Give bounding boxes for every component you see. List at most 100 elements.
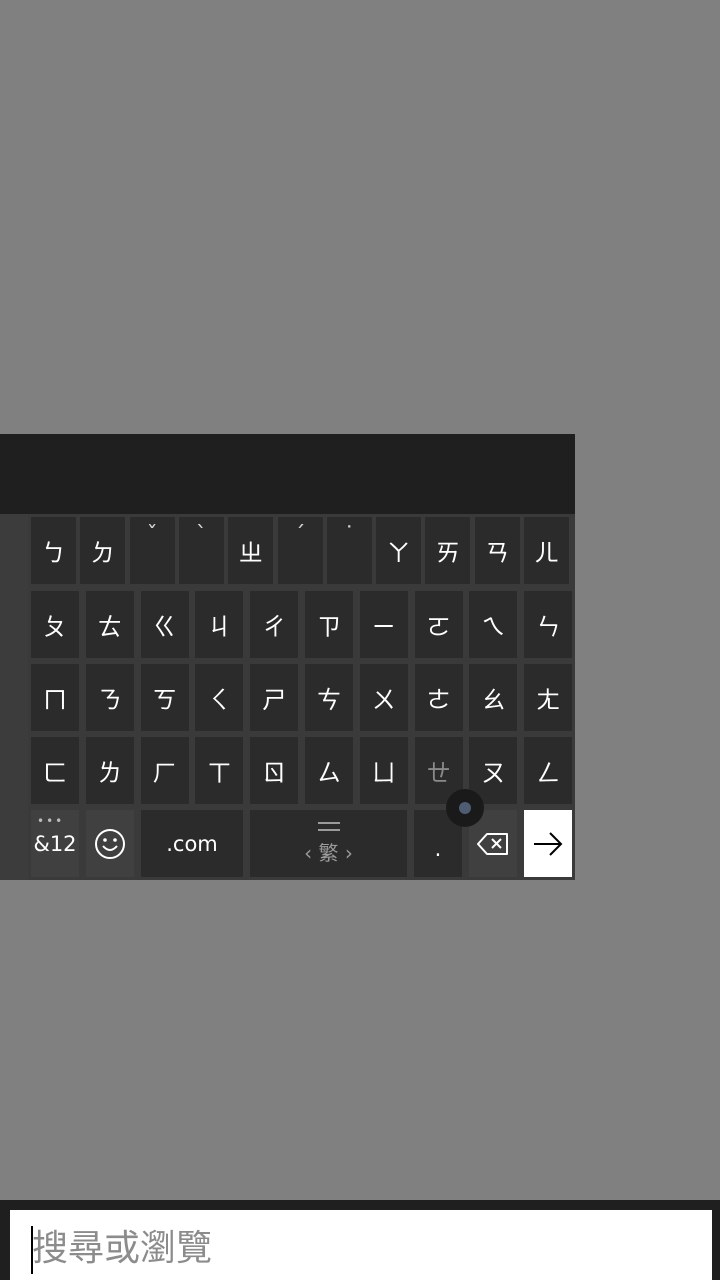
key-le-label: ㄌ <box>97 759 122 787</box>
key-ri-label: ㄖ <box>262 759 287 787</box>
key-tone-2[interactable]: ˊ <box>277 517 323 584</box>
key-ke-label: ㄎ <box>152 686 177 714</box>
key-yi-label: ㄧ <box>371 613 396 641</box>
key-zi[interactable]: ㄗ <box>305 591 353 658</box>
key-zhi-label: ㄓ <box>238 539 263 567</box>
key-er-label: ㄦ <box>534 539 559 567</box>
key-shi-label: ㄕ <box>262 686 287 714</box>
key-fo-label: ㄈ <box>43 759 67 787</box>
key-er[interactable]: ㄦ <box>524 517 569 584</box>
key-po-label: ㄆ <box>43 613 67 641</box>
candidate-bar <box>0 434 575 514</box>
enter-key[interactable] <box>524 810 572 877</box>
symbols-key-label: &12 <box>33 831 77 856</box>
key-ge[interactable]: ㄍ <box>140 591 189 658</box>
key-tone-3[interactable]: ˇ <box>129 517 175 584</box>
key-bo-label: ㄅ <box>41 539 66 567</box>
on-screen-keyboard: ㄅㄉ ˇ ˋ ㄓ ˊ ˙ ㄚㄞㄢㄦㄆ ㄊ ㄍ ㄐ ㄔ ㄗ ㄧ ㄛ ㄟ ㄣㄇ ㄋ ㄎ ㄑ ㄕ ㄘ ㄨ ㄜ ㄠ ㄤㄈ ㄌ ㄏ ㄒ ㄖ ㄙ ㄩ ㄝ ㄡ… <box>0 434 575 880</box>
key-ri[interactable]: ㄖ <box>250 737 299 804</box>
key-eh-label: ㄝ <box>426 759 451 787</box>
key-de[interactable]: ㄉ <box>80 517 126 584</box>
key-o-label: ㄛ <box>426 613 451 641</box>
key-po[interactable]: ㄆ <box>31 591 79 658</box>
key-tone-3-label: ˇ <box>146 523 158 548</box>
key-ei-label: ㄟ <box>481 613 506 641</box>
key-bo[interactable]: ㄅ <box>31 517 76 584</box>
drag-handle-icon <box>317 821 340 831</box>
key-ci-label: ㄘ <box>317 686 341 714</box>
key-yu[interactable]: ㄩ <box>359 737 408 804</box>
key-ao[interactable]: ㄠ <box>469 664 518 731</box>
key-e-label: ㄜ <box>426 686 451 714</box>
screen: ㄅㄉ ˇ ˋ ㄓ ˊ ˙ ㄚㄞㄢㄦㄆ ㄊ ㄍ ㄐ ㄔ ㄗ ㄧ ㄛ ㄟ ㄣㄇ ㄋ ㄎ ㄑ ㄕ ㄘ ㄨ ㄜ ㄠ ㄤㄈ ㄌ ㄏ ㄒ ㄖ ㄙ ㄩ ㄝ ㄡ… <box>0 0 720 1280</box>
key-tone-light-label: ˙ <box>343 523 355 548</box>
key-ou-label: ㄡ <box>481 759 506 787</box>
key-si[interactable]: ㄙ <box>305 737 353 804</box>
key-en-label: ㄣ <box>536 613 561 641</box>
key-ge-label: ㄍ <box>152 613 177 641</box>
key-ai-label: ㄞ <box>435 539 460 567</box>
key-tone-2-label: ˊ <box>294 523 306 548</box>
text-caret <box>31 1226 33 1274</box>
key-zhi[interactable]: ㄓ <box>228 517 274 584</box>
key-ji[interactable]: ㄐ <box>195 591 244 658</box>
key-te[interactable]: ㄊ <box>85 591 134 658</box>
key-wu-label: ㄨ <box>371 686 396 714</box>
key-qi-label: ㄑ <box>207 686 232 714</box>
key-an-label: ㄢ <box>485 539 510 567</box>
key-ji-label: ㄐ <box>207 613 232 641</box>
key-he-label: ㄏ <box>152 759 177 787</box>
key-fo[interactable]: ㄈ <box>31 737 79 804</box>
space-key-label: ‹ 繁 › <box>304 840 353 865</box>
key-a[interactable]: ㄚ <box>376 517 422 584</box>
key-chi[interactable]: ㄔ <box>250 591 299 658</box>
key-te-label: ㄊ <box>97 613 122 641</box>
touch-cursor-indicator <box>446 789 484 827</box>
key-a-label: ㄚ <box>386 539 411 567</box>
key-he[interactable]: ㄏ <box>140 737 189 804</box>
key-ke[interactable]: ㄎ <box>140 664 189 731</box>
key-ci[interactable]: ㄘ <box>305 664 353 731</box>
keyboard-left-edge <box>0 514 28 880</box>
key-ei[interactable]: ㄟ <box>469 591 518 658</box>
emoji-key[interactable] <box>86 810 134 877</box>
key-ai[interactable]: ㄞ <box>425 517 471 584</box>
key-shi[interactable]: ㄕ <box>250 664 299 731</box>
symbols-key[interactable]: ••• &12 <box>31 810 79 877</box>
key-e[interactable]: ㄜ <box>414 664 463 731</box>
key-an[interactable]: ㄢ <box>474 517 520 584</box>
more-dots-icon: ••• <box>37 814 65 828</box>
emoji-icon <box>95 828 125 859</box>
arrow-right-icon <box>534 831 563 856</box>
key-mo[interactable]: ㄇ <box>31 664 79 731</box>
period-key-label: . <box>434 836 442 861</box>
key-ang-label: ㄤ <box>536 686 561 714</box>
key-wu[interactable]: ㄨ <box>359 664 408 731</box>
key-eng[interactable]: ㄥ <box>524 737 573 804</box>
backspace-icon <box>477 832 508 855</box>
key-tone-4[interactable]: ˋ <box>178 517 224 584</box>
key-ang[interactable]: ㄤ <box>524 664 573 731</box>
key-yi[interactable]: ㄧ <box>359 591 408 658</box>
key-qi[interactable]: ㄑ <box>195 664 244 731</box>
key-eng-label: ㄥ <box>536 759 561 787</box>
space-key[interactable]: ‹ 繁 › <box>250 810 407 877</box>
key-tone-light[interactable]: ˙ <box>326 517 372 584</box>
search-input[interactable] <box>10 1210 712 1280</box>
dotcom-key[interactable]: .com <box>141 810 243 877</box>
key-xi[interactable]: ㄒ <box>195 737 244 804</box>
key-de-label: ㄉ <box>90 539 115 567</box>
key-si-label: ㄙ <box>317 759 341 787</box>
key-tone-4-label: ˋ <box>195 523 207 548</box>
key-ne[interactable]: ㄋ <box>85 664 134 731</box>
dotcom-key-label: .com <box>166 831 218 856</box>
key-le[interactable]: ㄌ <box>85 737 134 804</box>
key-en[interactable]: ㄣ <box>524 591 573 658</box>
key-ne-label: ㄋ <box>97 686 122 714</box>
key-o[interactable]: ㄛ <box>414 591 463 658</box>
key-yu-label: ㄩ <box>371 759 396 787</box>
key-chi-label: ㄔ <box>262 613 287 641</box>
search-bar <box>0 1200 720 1280</box>
key-mo-label: ㄇ <box>43 686 67 714</box>
key-ao-label: ㄠ <box>481 686 506 714</box>
